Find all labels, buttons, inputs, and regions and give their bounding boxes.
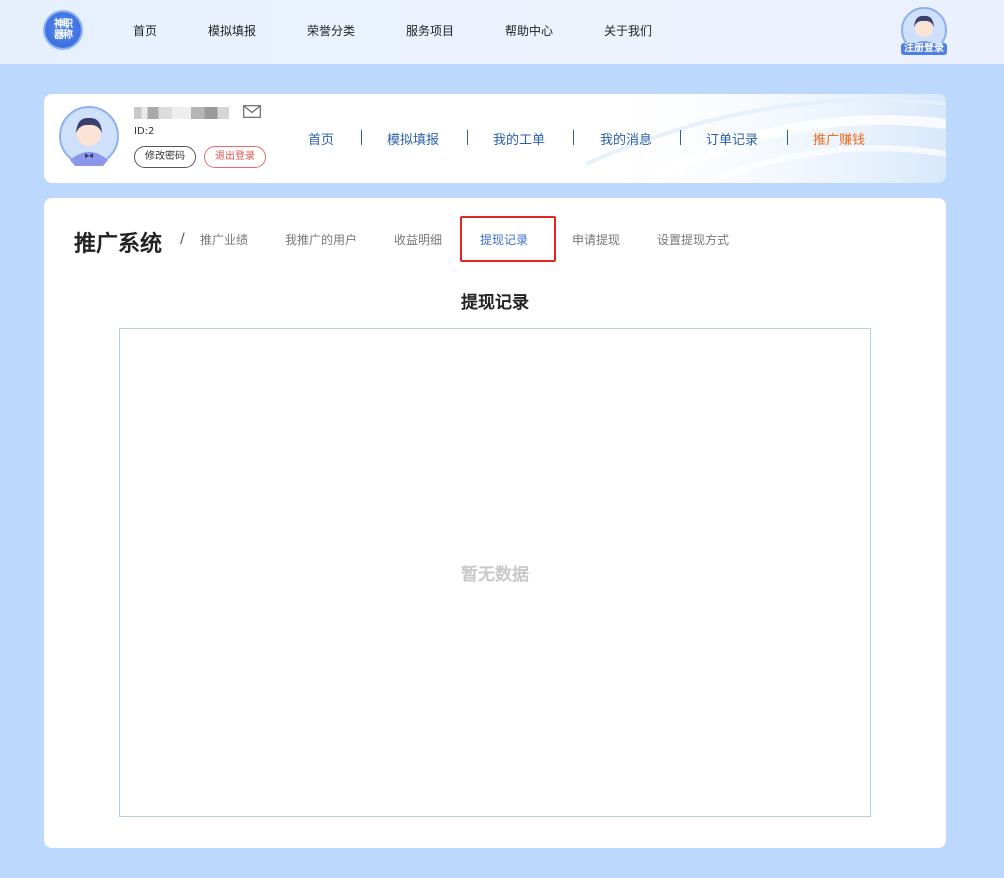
subnav-divider (787, 130, 788, 145)
subnav-promote[interactable]: 推广赚钱 (813, 129, 865, 148)
subnav-tickets[interactable]: 我的工单 (493, 129, 545, 148)
subnav-divider (467, 130, 468, 145)
subnav-messages[interactable]: 我的消息 (600, 129, 652, 148)
nav-item-help[interactable]: 帮助中心 (505, 22, 553, 39)
title-separator: / (180, 231, 185, 247)
nav-item-honors[interactable]: 荣誉分类 (307, 22, 355, 39)
login-label: 注册登录 (901, 43, 947, 55)
tab-performance[interactable]: 推广业绩 (200, 231, 248, 248)
subnav-divider (361, 130, 362, 145)
subnav-simulate[interactable]: 模拟填报 (387, 129, 439, 148)
logout-button[interactable]: 退出登录 (204, 146, 266, 168)
empty-state-text: 暂无数据 (461, 565, 529, 585)
tab-withdrawal-method[interactable]: 设置提现方式 (657, 231, 729, 248)
login-avatar-button[interactable]: 注册登录 (901, 7, 947, 55)
nav-item-simulate[interactable]: 模拟填报 (208, 22, 256, 39)
user-card: ID:2 修改密码 退出登录 首页 模拟填报 我的工单 我的消息 订单记录 推广… (44, 94, 946, 183)
section-title: 提现记录 (461, 293, 529, 313)
subnav-orders[interactable]: 订单记录 (706, 129, 758, 148)
nav-item-about[interactable]: 关于我们 (604, 22, 652, 39)
promotion-panel: 推广系统 / 推广业绩 我推广的用户 收益明细 提现记录 申请提现 设置提现方式… (44, 198, 946, 848)
records-table: 暂无数据 (119, 328, 871, 817)
tab-withdrawal-records[interactable]: 提现记录 (480, 231, 528, 248)
tab-earnings[interactable]: 收益明细 (394, 231, 442, 248)
username-redacted (134, 107, 229, 119)
subnav-home[interactable]: 首页 (308, 129, 334, 148)
subnav-divider (680, 130, 681, 145)
avatar-icon (59, 106, 119, 166)
tab-my-users[interactable]: 我推广的用户 (285, 231, 357, 248)
top-navbar: 神职器称 首页 模拟填报 荣誉分类 服务项目 帮助中心 关于我们 注册登录 (0, 0, 1004, 64)
user-avatar[interactable] (59, 106, 119, 166)
nav-item-home[interactable]: 首页 (133, 22, 157, 39)
mail-icon[interactable] (243, 105, 261, 118)
change-password-button[interactable]: 修改密码 (134, 146, 196, 168)
subnav-divider (573, 130, 574, 145)
nav-item-services[interactable]: 服务项目 (406, 22, 454, 39)
user-id: ID:2 (134, 126, 155, 137)
logo-text: 神职器称 (54, 19, 73, 41)
site-logo[interactable]: 神职器称 (45, 12, 81, 48)
page-title: 推广系统 (74, 232, 163, 257)
tab-apply-withdrawal[interactable]: 申请提现 (572, 231, 620, 248)
